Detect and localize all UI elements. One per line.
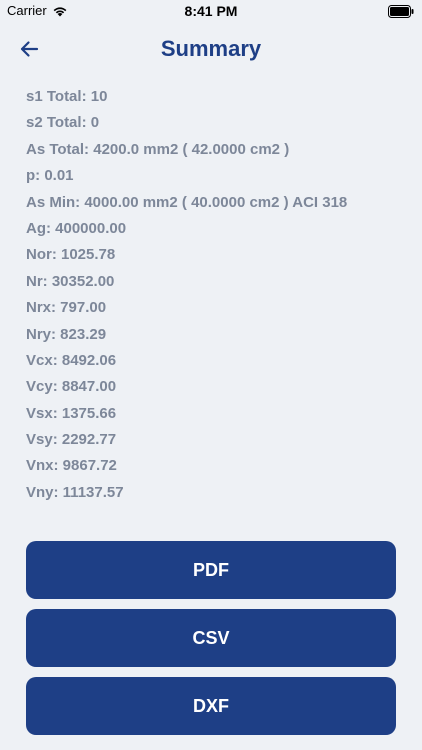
summary-item: Vny: 11137.57 [26,483,124,501]
summary-list: s1 Total: 10 s2 Total: 0 As Total: 4200.0 … [26,84,347,506]
summary-item: Vcy: 8847.00 [26,378,117,396]
summary-item: Ag: 400000.00 [26,219,127,237]
summary-item: Nry: 823.29 [26,325,107,343]
summary-item: Vcx: 8492.06 [26,351,117,369]
summary-item: Nor: 1025.78 [26,246,116,264]
summary-list-scroll[interactable]: s1 Total: 10 s2 Total: 0 As Total: 4200.0 … [0,68,422,508]
dxf-export-button[interactable]: DXF [26,677,396,735]
status-time: 8:41 PM [184,3,238,19]
page-title: Summary [160,36,262,61]
summary-item: Nrx: 797.00 [26,299,107,317]
status-bar: Carrier 8:41 PM [0,0,422,24]
pdf-export-button[interactable]: PDF [26,541,396,599]
summary-item: s1 Total: 10 [26,88,108,105]
summary-item: Nr: 30352.00 [26,272,115,290]
summary-item: Vsx: 1375.66 [26,404,117,422]
summary-item: As Min: 4000.00 mm2 ( 40.0000 cm2 ) ACI … [26,193,348,211]
summary-item: s2 Total: 0 [26,114,100,132]
summary-item: Vnx: 9867.72 [26,457,117,475]
summary-item: As Total: 4200.0 mm2 ( 42.0000 cm2 ) [26,140,290,158]
csv-export-button[interactable]: CSV [26,609,396,667]
battery-icon [388,5,414,18]
summary-item: p: 0.01 [26,167,74,185]
summary-item: Vsy: 2292.77 [26,431,117,449]
